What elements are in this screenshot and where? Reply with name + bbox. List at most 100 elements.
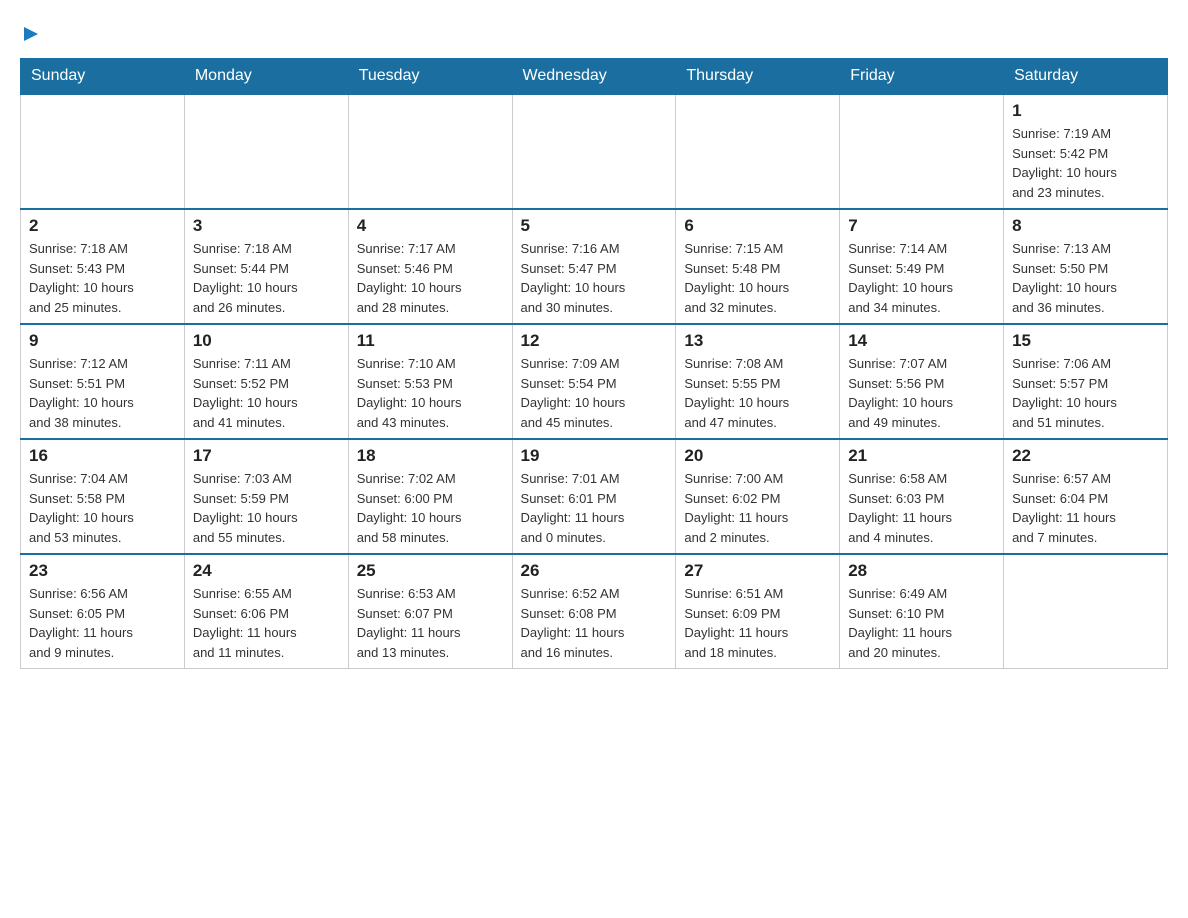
day-info: Sunrise: 7:18 AMSunset: 5:44 PMDaylight:… [193, 239, 340, 317]
calendar-cell: 24 Sunrise: 6:55 AMSunset: 6:06 PMDayligh… [184, 554, 348, 669]
calendar-cell [21, 94, 185, 209]
day-number: 25 [357, 561, 504, 581]
calendar-cell: 14 Sunrise: 7:07 AMSunset: 5:56 PMDayligh… [840, 324, 1004, 439]
calendar-cell: 18 Sunrise: 7:02 AMSunset: 6:00 PMDayligh… [348, 439, 512, 554]
day-info: Sunrise: 6:58 AMSunset: 6:03 PMDaylight:… [848, 469, 995, 547]
day-number: 16 [29, 446, 176, 466]
day-number: 4 [357, 216, 504, 236]
calendar-cell: 19 Sunrise: 7:01 AMSunset: 6:01 PMDayligh… [512, 439, 676, 554]
day-info: Sunrise: 7:10 AMSunset: 5:53 PMDaylight:… [357, 354, 504, 432]
day-info: Sunrise: 6:53 AMSunset: 6:07 PMDaylight:… [357, 584, 504, 662]
calendar-cell [1004, 554, 1168, 669]
calendar-cell: 13 Sunrise: 7:08 AMSunset: 5:55 PMDayligh… [676, 324, 840, 439]
day-number: 1 [1012, 101, 1159, 121]
day-info: Sunrise: 7:03 AMSunset: 5:59 PMDaylight:… [193, 469, 340, 547]
day-number: 7 [848, 216, 995, 236]
day-number: 19 [521, 446, 668, 466]
day-number: 10 [193, 331, 340, 351]
calendar-cell: 21 Sunrise: 6:58 AMSunset: 6:03 PMDayligh… [840, 439, 1004, 554]
day-number: 27 [684, 561, 831, 581]
calendar-cell: 12 Sunrise: 7:09 AMSunset: 5:54 PMDayligh… [512, 324, 676, 439]
day-number: 9 [29, 331, 176, 351]
day-number: 15 [1012, 331, 1159, 351]
calendar-cell [348, 94, 512, 209]
day-number: 6 [684, 216, 831, 236]
day-info: Sunrise: 7:17 AMSunset: 5:46 PMDaylight:… [357, 239, 504, 317]
day-info: Sunrise: 6:49 AMSunset: 6:10 PMDaylight:… [848, 584, 995, 662]
day-info: Sunrise: 7:13 AMSunset: 5:50 PMDaylight:… [1012, 239, 1159, 317]
col-wednesday: Wednesday [512, 59, 676, 95]
day-info: Sunrise: 7:01 AMSunset: 6:01 PMDaylight:… [521, 469, 668, 547]
day-number: 22 [1012, 446, 1159, 466]
day-info: Sunrise: 7:04 AMSunset: 5:58 PMDaylight:… [29, 469, 176, 547]
calendar-cell [184, 94, 348, 209]
col-thursday: Thursday [676, 59, 840, 95]
page-header [20, 20, 1168, 48]
day-number: 11 [357, 331, 504, 351]
day-number: 18 [357, 446, 504, 466]
day-number: 26 [521, 561, 668, 581]
week-row-5: 23 Sunrise: 6:56 AMSunset: 6:05 PMDayligh… [21, 554, 1168, 669]
day-number: 12 [521, 331, 668, 351]
week-row-3: 9 Sunrise: 7:12 AMSunset: 5:51 PMDaylight… [21, 324, 1168, 439]
col-monday: Monday [184, 59, 348, 95]
day-number: 2 [29, 216, 176, 236]
day-info: Sunrise: 7:18 AMSunset: 5:43 PMDaylight:… [29, 239, 176, 317]
calendar-cell: 25 Sunrise: 6:53 AMSunset: 6:07 PMDayligh… [348, 554, 512, 669]
col-sunday: Sunday [21, 59, 185, 95]
calendar-cell [676, 94, 840, 209]
day-number: 17 [193, 446, 340, 466]
col-tuesday: Tuesday [348, 59, 512, 95]
day-info: Sunrise: 7:06 AMSunset: 5:57 PMDaylight:… [1012, 354, 1159, 432]
day-info: Sunrise: 7:16 AMSunset: 5:47 PMDaylight:… [521, 239, 668, 317]
calendar-cell: 26 Sunrise: 6:52 AMSunset: 6:08 PMDayligh… [512, 554, 676, 669]
calendar-table: Sunday Monday Tuesday Wednesday Thursday… [20, 58, 1168, 669]
calendar-cell: 8 Sunrise: 7:13 AMSunset: 5:50 PMDaylight… [1004, 209, 1168, 324]
calendar-cell [512, 94, 676, 209]
week-row-4: 16 Sunrise: 7:04 AMSunset: 5:58 PMDayligh… [21, 439, 1168, 554]
calendar-header-row: Sunday Monday Tuesday Wednesday Thursday… [21, 59, 1168, 95]
day-info: Sunrise: 7:09 AMSunset: 5:54 PMDaylight:… [521, 354, 668, 432]
day-info: Sunrise: 7:12 AMSunset: 5:51 PMDaylight:… [29, 354, 176, 432]
day-info: Sunrise: 7:15 AMSunset: 5:48 PMDaylight:… [684, 239, 831, 317]
day-number: 28 [848, 561, 995, 581]
day-info: Sunrise: 6:51 AMSunset: 6:09 PMDaylight:… [684, 584, 831, 662]
day-number: 23 [29, 561, 176, 581]
calendar-cell: 20Sunrise: 7:00 AMSunset: 6:02 PMDayligh… [676, 439, 840, 554]
logo-arrow-icon [22, 25, 40, 48]
col-saturday: Saturday [1004, 59, 1168, 95]
day-number: 21 [848, 446, 995, 466]
calendar-cell: 27 Sunrise: 6:51 AMSunset: 6:09 PMDayligh… [676, 554, 840, 669]
day-number: 20 [684, 446, 831, 466]
day-info: Sunrise: 6:57 AMSunset: 6:04 PMDaylight:… [1012, 469, 1159, 547]
calendar-cell: 22 Sunrise: 6:57 AMSunset: 6:04 PMDayligh… [1004, 439, 1168, 554]
day-info: Sunrise: 7:02 AMSunset: 6:00 PMDaylight:… [357, 469, 504, 547]
week-row-1: 1 Sunrise: 7:19 AMSunset: 5:42 PMDaylight… [21, 94, 1168, 209]
calendar-cell: 4 Sunrise: 7:17 AMSunset: 5:46 PMDaylight… [348, 209, 512, 324]
logo [20, 20, 40, 48]
calendar-cell: 2 Sunrise: 7:18 AMSunset: 5:43 PMDaylight… [21, 209, 185, 324]
calendar-cell: 6 Sunrise: 7:15 AMSunset: 5:48 PMDaylight… [676, 209, 840, 324]
week-row-2: 2 Sunrise: 7:18 AMSunset: 5:43 PMDaylight… [21, 209, 1168, 324]
day-number: 8 [1012, 216, 1159, 236]
day-info: Sunrise: 6:52 AMSunset: 6:08 PMDaylight:… [521, 584, 668, 662]
day-info: Sunrise: 7:11 AMSunset: 5:52 PMDaylight:… [193, 354, 340, 432]
day-info: Sunrise: 7:08 AMSunset: 5:55 PMDaylight:… [684, 354, 831, 432]
calendar-cell: 28 Sunrise: 6:49 AMSunset: 6:10 PMDayligh… [840, 554, 1004, 669]
calendar-cell: 10 Sunrise: 7:11 AMSunset: 5:52 PMDayligh… [184, 324, 348, 439]
calendar-cell: 5Sunrise: 7:16 AMSunset: 5:47 PMDaylight… [512, 209, 676, 324]
calendar-cell: 16 Sunrise: 7:04 AMSunset: 5:58 PMDayligh… [21, 439, 185, 554]
day-number: 14 [848, 331, 995, 351]
calendar-cell: 17 Sunrise: 7:03 AMSunset: 5:59 PMDayligh… [184, 439, 348, 554]
calendar-cell: 1 Sunrise: 7:19 AMSunset: 5:42 PMDaylight… [1004, 94, 1168, 209]
day-info: Sunrise: 7:07 AMSunset: 5:56 PMDaylight:… [848, 354, 995, 432]
day-info: Sunrise: 7:19 AMSunset: 5:42 PMDaylight:… [1012, 124, 1159, 202]
calendar-cell: 9 Sunrise: 7:12 AMSunset: 5:51 PMDaylight… [21, 324, 185, 439]
day-info: Sunrise: 7:14 AMSunset: 5:49 PMDaylight:… [848, 239, 995, 317]
calendar-cell: 15 Sunrise: 7:06 AMSunset: 5:57 PMDayligh… [1004, 324, 1168, 439]
day-info: Sunrise: 6:56 AMSunset: 6:05 PMDaylight:… [29, 584, 176, 662]
day-number: 24 [193, 561, 340, 581]
day-number: 13 [684, 331, 831, 351]
day-info: Sunrise: 6:55 AMSunset: 6:06 PMDaylight:… [193, 584, 340, 662]
calendar-cell: 7 Sunrise: 7:14 AMSunset: 5:49 PMDaylight… [840, 209, 1004, 324]
